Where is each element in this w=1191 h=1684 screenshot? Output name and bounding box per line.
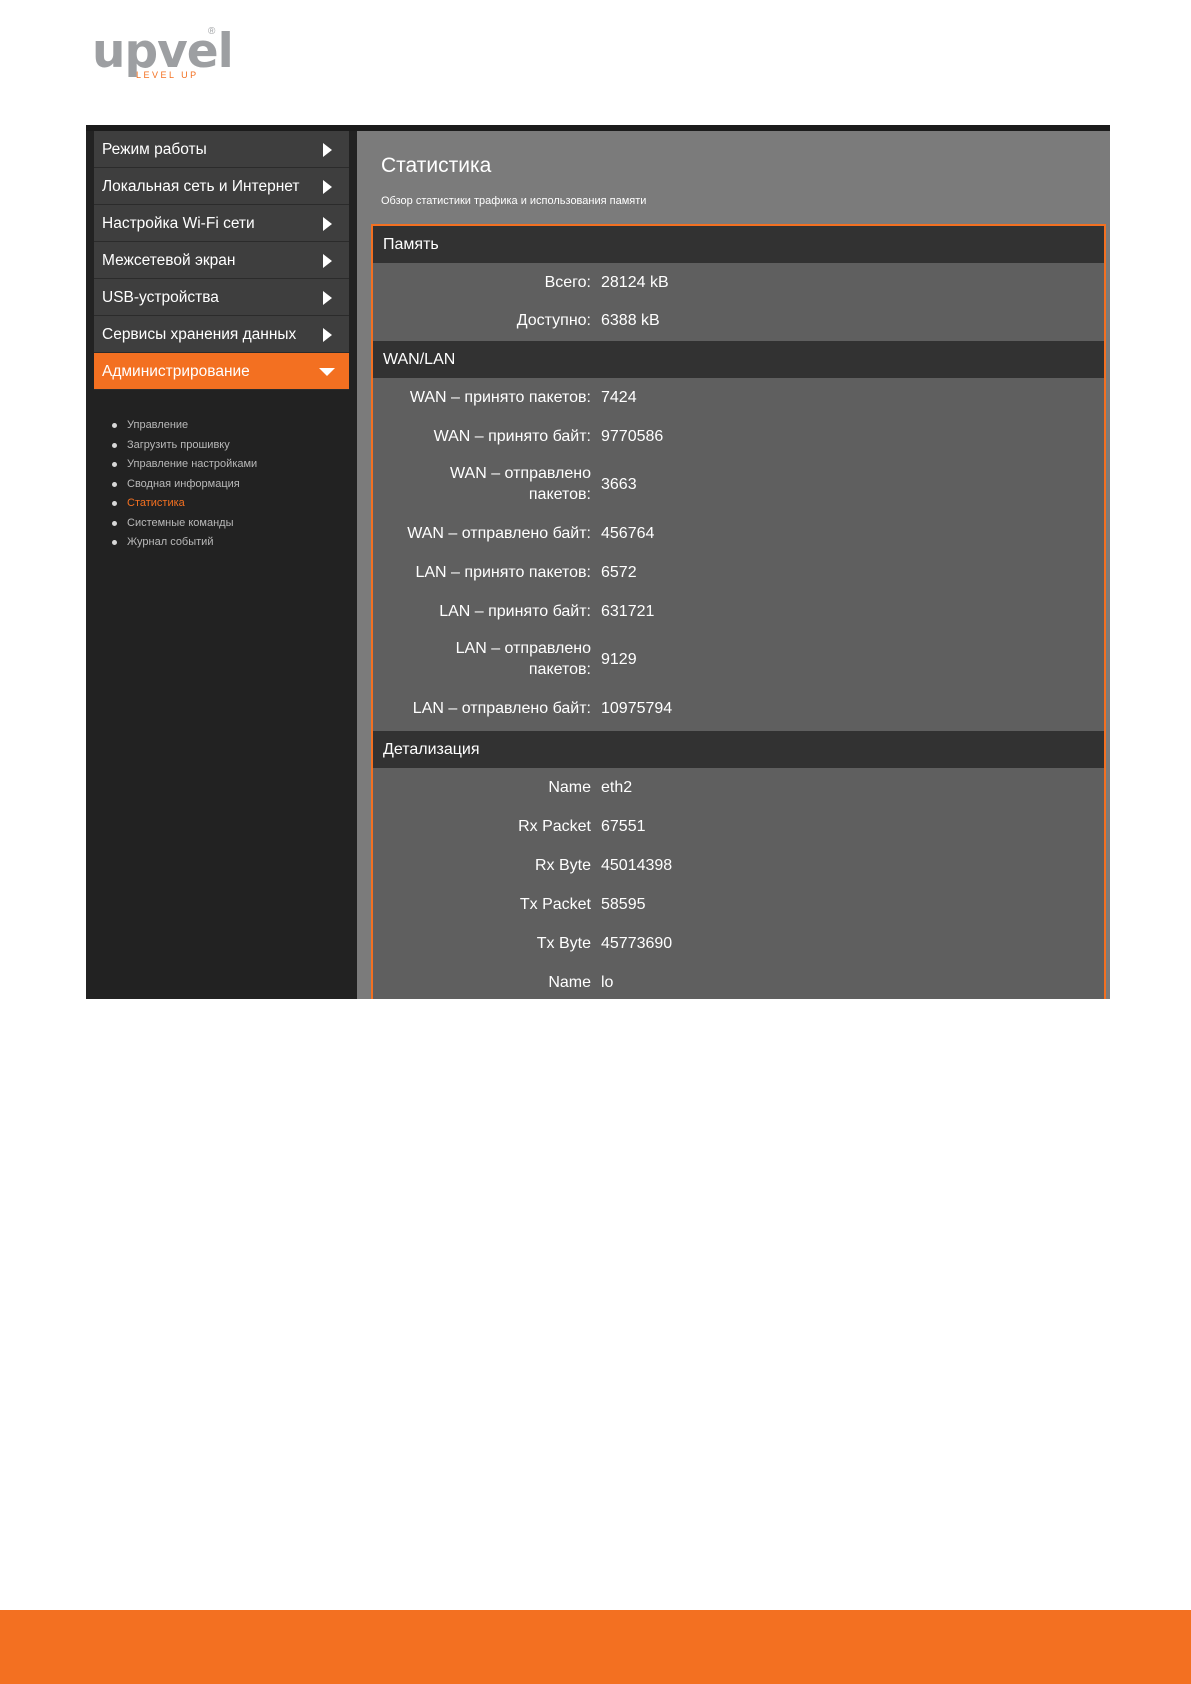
row-value: 7424 [601, 389, 637, 406]
chevron-right-icon [323, 291, 332, 305]
submenu-item-statistics[interactable]: Статистика [108, 494, 348, 514]
submenu-item-label: Управление настройками [127, 458, 258, 470]
row-label: LAN – отправлено пакетов: [455, 640, 591, 678]
section-header-memory: Память [373, 226, 1104, 263]
row-value: 631721 [601, 603, 655, 620]
submenu-item-event-log[interactable]: Журнал событий [108, 533, 348, 553]
row-label: WAN – отправлено байт: [407, 525, 591, 542]
chevron-right-icon [323, 143, 332, 157]
submenu-item-system-commands[interactable]: Системные команды [108, 514, 348, 534]
chevron-right-icon [323, 254, 332, 268]
row-label: LAN – принято байт: [439, 603, 591, 620]
section-header-details: Детализация [373, 731, 1104, 768]
logo-registered-mark: ® [208, 26, 216, 37]
row-value: 45773690 [601, 935, 673, 952]
submenu-item-label: Системные команды [127, 516, 234, 529]
submenu-item-firmware[interactable]: Загрузить прошивку [108, 436, 348, 456]
row-label: LAN – принято пакетов: [415, 564, 591, 581]
sidebar-item-label: Межсетевой экран [102, 252, 236, 269]
sidebar: Режим работы Локальная сеть и Интернет Н… [86, 131, 357, 999]
row-label: Доступно: [516, 312, 591, 329]
sidebar-item-label: Режим работы [102, 141, 207, 158]
row-value: 6388 kB [601, 312, 660, 329]
row-value: 45014398 [601, 857, 673, 874]
section-header-wanlan: WAN/LAN [373, 341, 1104, 378]
submenu-item-label: Сводная информация [127, 477, 240, 490]
row-value: 6572 [601, 564, 637, 581]
admin-submenu: Управление Загрузить прошивку Управление… [108, 416, 348, 553]
sidebar-item-label: Настройка Wi-Fi сети [102, 215, 255, 232]
row-label: Tx Byte [536, 935, 591, 952]
row-label: WAN – отправлено пакетов: [450, 465, 591, 503]
bullet-icon [112, 540, 117, 545]
chevron-right-icon [323, 180, 332, 194]
sidebar-item-wifi[interactable]: Настройка Wi-Fi сети [94, 205, 349, 242]
bullet-icon [112, 481, 117, 487]
submenu-item-label: Статистика [127, 497, 185, 509]
submenu-item-summary[interactable]: Сводная информация [108, 475, 348, 495]
row-value: 456764 [601, 525, 655, 542]
sidebar-item-operation-mode[interactable]: Режим работы [94, 131, 349, 168]
row-value: 67551 [601, 818, 646, 835]
submenu-item-settings[interactable]: Управление настройками [108, 455, 348, 475]
row-label: Name [548, 779, 591, 796]
page-title: Статистика [381, 154, 492, 177]
sidebar-item-label: Администрирование [102, 363, 250, 380]
page-subtitle: Обзор статистики трафика и использования… [381, 195, 647, 207]
row-value: 9770586 [601, 428, 664, 445]
chevron-right-icon [323, 328, 332, 342]
sidebar-item-lan-internet[interactable]: Локальная сеть и Интернет [94, 168, 349, 205]
bullet-icon [112, 501, 117, 506]
row-value: 10975794 [601, 700, 673, 717]
submenu-item-label: Управление [127, 419, 189, 431]
row-value: 3663 [601, 476, 637, 493]
sidebar-item-administration[interactable]: Администрирование [94, 353, 349, 390]
row-label: WAN – принято пакетов: [409, 389, 591, 406]
sidebar-item-firewall[interactable]: Межсетевой экран [94, 242, 349, 279]
sidebar-item-usb[interactable]: USB-устройства [94, 279, 349, 316]
submenu-item-management[interactable]: Управление [108, 416, 348, 436]
row-value: lo [601, 974, 614, 991]
bullet-icon [112, 520, 117, 526]
row-value: 58595 [601, 896, 646, 913]
row-value: 9129 [601, 651, 637, 668]
footer-bar [0, 1610, 1191, 1684]
bullet-icon [112, 442, 117, 448]
row-label: Всего: [544, 274, 591, 291]
bullet-icon [112, 423, 117, 428]
chevron-right-icon [323, 217, 332, 231]
row-label: LAN – отправлено байт: [412, 700, 591, 717]
sidebar-item-label: USB-устройства [102, 289, 219, 306]
sidebar-item-label: Локальная сеть и Интернет [102, 178, 300, 195]
row-value: 28124 kB [601, 274, 669, 291]
sidebar-item-storage[interactable]: Сервисы хранения данных [94, 316, 349, 353]
row-label: Tx Packet [519, 896, 591, 913]
row-label: Rx Packet [518, 818, 591, 835]
row-value: eth2 [601, 779, 633, 796]
bullet-icon [112, 462, 117, 467]
statistics-table: Память Всего: 28124 kB Доступно: 6388 kB… [371, 224, 1106, 999]
main-panel: Статистика Обзор статистики трафика и ис… [357, 131, 1110, 999]
row-label: Name [548, 974, 591, 991]
logo-tagline: LEVEL UP [136, 70, 199, 80]
submenu-item-label: Загрузить прошивку [127, 438, 230, 451]
submenu-item-label: Журнал событий [127, 536, 214, 548]
row-label: WAN – принято байт: [433, 428, 591, 445]
router-ui-screenshot: Режим работы Локальная сеть и Интернет Н… [86, 125, 1110, 999]
chevron-down-icon [319, 368, 335, 376]
sidebar-item-label: Сервисы хранения данных [102, 326, 297, 343]
row-label: Rx Byte [534, 857, 591, 874]
brand-logo: upvel ® LEVEL UP [92, 24, 234, 84]
